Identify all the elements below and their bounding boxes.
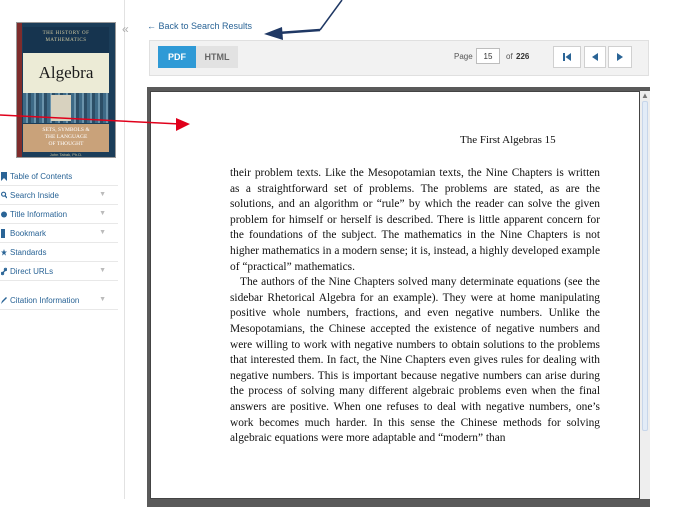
cover-subtitle-line3: OF THOUGHT xyxy=(48,141,84,147)
cover-title-box: Algebra xyxy=(23,53,109,93)
cover-portrait xyxy=(51,95,71,121)
cover-subtitle-line1: SETS, SYMBOLS & xyxy=(42,127,90,133)
sidebar-item-label: Standards xyxy=(10,248,47,257)
previous-page-button[interactable] xyxy=(584,46,606,68)
total-pages: 226 xyxy=(516,52,530,61)
sidebar-item-title-information[interactable]: Title Information ▼ xyxy=(0,206,118,224)
search-icon xyxy=(1,191,7,199)
chevron-down-icon: ▼ xyxy=(99,296,106,303)
cover-author: John Tabak, Ph.D. xyxy=(49,152,83,157)
cover-title: Algebra xyxy=(38,63,94,82)
page-label: Page xyxy=(454,52,473,61)
chevron-down-icon: ▼ xyxy=(99,210,106,217)
sidebar-item-label: Search Inside xyxy=(10,191,59,200)
next-page-icon xyxy=(617,53,623,61)
bookmark-ribbon-icon xyxy=(1,172,7,181)
sidebar-item-label: Direct URLs xyxy=(10,267,54,276)
first-page-button[interactable] xyxy=(553,46,581,68)
first-page-icon xyxy=(563,53,571,61)
link-icon xyxy=(1,267,7,276)
book-cover-thumbnail[interactable]: THE HISTORY OF MATHEMATICS Algebra SETS,… xyxy=(16,22,116,158)
previous-page-icon xyxy=(592,53,598,61)
chevron-down-icon: ▼ xyxy=(99,229,106,236)
sidebar-item-search-inside[interactable]: Search Inside ▼ xyxy=(0,187,118,205)
collapse-sidebar-button[interactable]: « xyxy=(122,22,129,36)
navy-arrowhead-icon xyxy=(264,27,283,40)
tab-html[interactable]: HTML xyxy=(196,46,238,68)
bookmark-icon xyxy=(1,229,5,238)
page-body-text: their problem texts. Like the Mesopotami… xyxy=(230,166,600,447)
info-icon xyxy=(1,211,7,218)
tab-pdf[interactable]: PDF xyxy=(158,46,196,68)
sidebar-item-citation-information[interactable]: Citation Information ▼ xyxy=(0,292,118,310)
sidebar-item-label: Citation Information xyxy=(10,296,80,305)
paragraph: their problem texts. Like the Mesopotami… xyxy=(230,167,600,273)
page-running-head: The First Algebras 15 xyxy=(460,134,556,146)
chevron-down-icon: ▼ xyxy=(99,267,106,274)
star-icon xyxy=(1,249,7,256)
sidebar-item-bookmark[interactable]: Bookmark ▼ xyxy=(0,225,118,243)
scrollbar-thumb[interactable] xyxy=(642,101,648,431)
sidebar-item-table-of-contents[interactable]: Table of Contents xyxy=(0,168,118,186)
cover-series-line1: THE HISTORY OF xyxy=(42,31,90,36)
page-number-input[interactable] xyxy=(476,48,500,64)
navy-annotation-arrow xyxy=(277,28,321,35)
next-page-button[interactable] xyxy=(608,46,632,68)
cover-subtitle-line2: THE LANGUAGE xyxy=(44,134,88,140)
sidebar-item-label: Bookmark xyxy=(10,229,47,238)
sidebar-item-standards[interactable]: Standards xyxy=(0,244,118,262)
chevron-down-icon: ▼ xyxy=(99,191,106,198)
cover-subtitle-box: SETS, SYMBOLS & THE LANGUAGE OF THOUGHT xyxy=(23,124,109,152)
sidebar-item-direct-urls[interactable]: Direct URLs ▼ xyxy=(0,263,118,281)
sidebar-item-label: Title Information xyxy=(10,210,68,219)
sidebar-item-label: Table of Contents xyxy=(10,172,73,181)
pencil-icon xyxy=(1,297,7,304)
cover-series-box: THE HISTORY OF MATHEMATICS xyxy=(23,27,109,53)
back-to-search-results-link[interactable]: ← Back to Search Results xyxy=(147,21,252,31)
cover-series-line2: MATHEMATICS xyxy=(45,38,87,43)
scroll-up-arrow-icon[interactable]: ▲ xyxy=(640,91,650,101)
paragraph: The authors of the Nine Chapters solved … xyxy=(230,276,600,445)
navy-annotation-arrow-tail xyxy=(319,0,343,31)
page-of-label: of xyxy=(506,52,513,61)
cover-spine xyxy=(17,23,22,157)
